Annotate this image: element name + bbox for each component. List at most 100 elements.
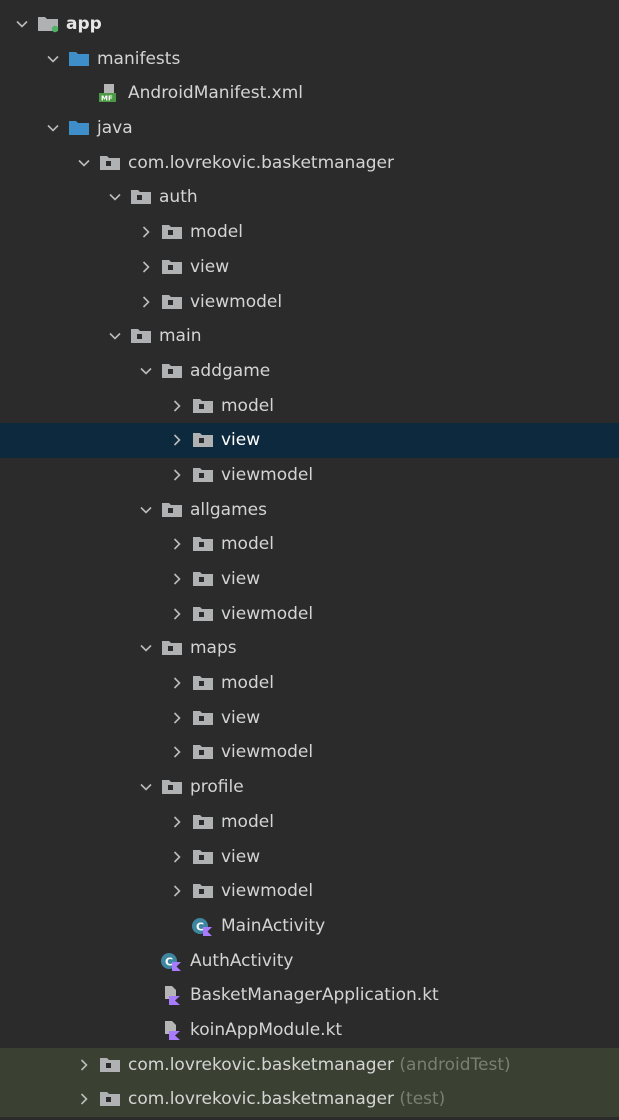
- package-folder-icon: [191, 562, 215, 596]
- chevron-down-icon[interactable]: [138, 354, 154, 388]
- tree-row-text: auth: [159, 187, 198, 208]
- tree-row-label: com.lovrekovic.basketmanager (test): [128, 1082, 445, 1117]
- svg-text:C: C: [196, 920, 204, 933]
- tree-row[interactable]: view: [0, 701, 619, 736]
- tree-row[interactable]: viewmodel: [0, 458, 619, 493]
- chevron-right-icon[interactable]: [138, 250, 154, 284]
- tree-row[interactable]: main: [0, 319, 619, 354]
- tree-row-label: AndroidManifest.xml: [128, 76, 303, 111]
- chevron-down-icon[interactable]: [138, 770, 154, 804]
- tree-row-text: manifests: [97, 48, 181, 69]
- tree-row[interactable]: profile: [0, 770, 619, 805]
- tree-row[interactable]: view: [0, 840, 619, 875]
- tree-row[interactable]: model: [0, 666, 619, 701]
- package-folder-icon: [191, 458, 215, 492]
- tree-row[interactable]: model: [0, 389, 619, 424]
- tree-row-text: com.lovrekovic.basketmanager: [128, 152, 394, 173]
- chevron-right-icon[interactable]: [169, 735, 185, 769]
- tree-row[interactable]: com.lovrekovic.basketmanager: [0, 146, 619, 181]
- chevron-right-icon[interactable]: [169, 874, 185, 908]
- tree-row-label: manifests: [97, 42, 180, 77]
- package-folder-icon: [160, 354, 184, 388]
- tree-row[interactable]: model: [0, 527, 619, 562]
- tree-row[interactable]: view: [0, 423, 619, 458]
- package-folder-icon: [191, 874, 215, 908]
- tree-row[interactable]: com.lovrekovic.basketmanager (test): [0, 1082, 619, 1117]
- manifest-file-icon: MF: [98, 76, 122, 110]
- tree-row[interactable]: BasketManagerApplication.kt: [0, 978, 619, 1013]
- package-folder-icon: [191, 805, 215, 839]
- tree-row-text: model: [221, 395, 274, 416]
- tree-row[interactable]: view: [0, 250, 619, 285]
- chevron-down-icon[interactable]: [107, 180, 123, 214]
- chevron-right-icon[interactable]: [169, 423, 185, 457]
- tree-row-text: view: [221, 569, 261, 589]
- tree-row[interactable]: com.lovrekovic.basketmanager (androidTes…: [0, 1047, 619, 1083]
- chevron-right-icon[interactable]: [169, 458, 185, 492]
- chevron-right-icon[interactable]: [138, 285, 154, 319]
- tree-row-label: model: [221, 666, 274, 701]
- tree-row[interactable]: java: [0, 111, 619, 146]
- tree-row-label: model: [190, 215, 243, 250]
- chevron-right-icon[interactable]: [138, 215, 154, 249]
- tree-row[interactable]: addgame: [0, 354, 619, 389]
- tree-row[interactable]: MF AndroidManifest.xml: [0, 76, 619, 111]
- tree-row[interactable]: viewmodel: [0, 285, 619, 320]
- tree-row-text: model: [221, 811, 274, 832]
- tree-row[interactable]: maps: [0, 631, 619, 666]
- package-folder-icon: [129, 180, 153, 214]
- tree-row-text: model: [221, 673, 274, 694]
- tree-row[interactable]: viewmodel: [0, 874, 619, 909]
- tree-row[interactable]: model: [0, 215, 619, 250]
- tree-row[interactable]: viewmodel: [0, 597, 619, 632]
- tree-row-label: viewmodel: [221, 458, 313, 493]
- chevron-down-icon[interactable]: [138, 493, 154, 527]
- chevron-down-icon[interactable]: [14, 7, 30, 41]
- tree-row-label: com.lovrekovic.basketmanager: [128, 146, 394, 181]
- chevron-down-icon[interactable]: [138, 631, 154, 665]
- tree-row[interactable]: model: [0, 805, 619, 840]
- tree-row-text: view: [221, 707, 261, 728]
- package-folder-icon: [129, 319, 153, 353]
- chevron-right-icon[interactable]: [76, 1082, 92, 1116]
- tree-row-text: app: [66, 14, 102, 34]
- chevron-down-icon[interactable]: [45, 42, 61, 76]
- chevron-down-icon[interactable]: [107, 319, 123, 353]
- tree-row[interactable]: C AuthActivity: [0, 944, 619, 979]
- tree-row[interactable]: viewmodel: [0, 735, 619, 770]
- tree-row[interactable]: auth: [0, 180, 619, 215]
- tree-row-label: AuthActivity: [190, 944, 293, 979]
- chevron-down-icon[interactable]: [45, 111, 61, 145]
- chevron-right-icon[interactable]: [169, 527, 185, 561]
- package-folder-icon: [160, 770, 184, 804]
- tree-row-label: model: [221, 805, 274, 840]
- tree-row-text: maps: [190, 638, 237, 659]
- chevron-right-icon[interactable]: [169, 840, 185, 874]
- tree-row-label: BasketManagerApplication.kt: [190, 978, 439, 1013]
- chevron-right-icon[interactable]: [169, 701, 185, 735]
- chevron-right-icon[interactable]: [169, 805, 185, 839]
- package-folder-icon: [191, 735, 215, 769]
- chevron-right-icon[interactable]: [169, 562, 185, 596]
- package-folder-icon: [160, 631, 184, 665]
- chevron-right-icon[interactable]: [169, 389, 185, 423]
- tree-row[interactable]: C MainActivity: [0, 909, 619, 944]
- chevron-right-icon[interactable]: [169, 597, 185, 631]
- chevron-down-icon[interactable]: [76, 146, 92, 180]
- package-folder-icon: [191, 666, 215, 700]
- tree-row-label: main: [159, 319, 201, 354]
- tree-row[interactable]: view: [0, 562, 619, 597]
- tree-row-label: koinAppModule.kt: [190, 1013, 342, 1048]
- tree-row[interactable]: app: [0, 7, 619, 42]
- chevron-right-icon[interactable]: [76, 1048, 92, 1082]
- tree-row-text: com.lovrekovic.basketmanager: [128, 1054, 394, 1075]
- tree-row[interactable]: koinAppModule.kt: [0, 1013, 619, 1048]
- tree-row-label: addgame: [190, 354, 270, 389]
- chevron-right-icon[interactable]: [169, 666, 185, 700]
- tree-row[interactable]: manifests: [0, 42, 619, 77]
- tree-row[interactable]: allgames: [0, 493, 619, 528]
- tree-row-text: AuthActivity: [190, 950, 294, 971]
- package-folder-icon: [160, 285, 184, 319]
- package-folder-icon: [98, 1082, 122, 1116]
- tree-row-text: addgame: [190, 360, 271, 381]
